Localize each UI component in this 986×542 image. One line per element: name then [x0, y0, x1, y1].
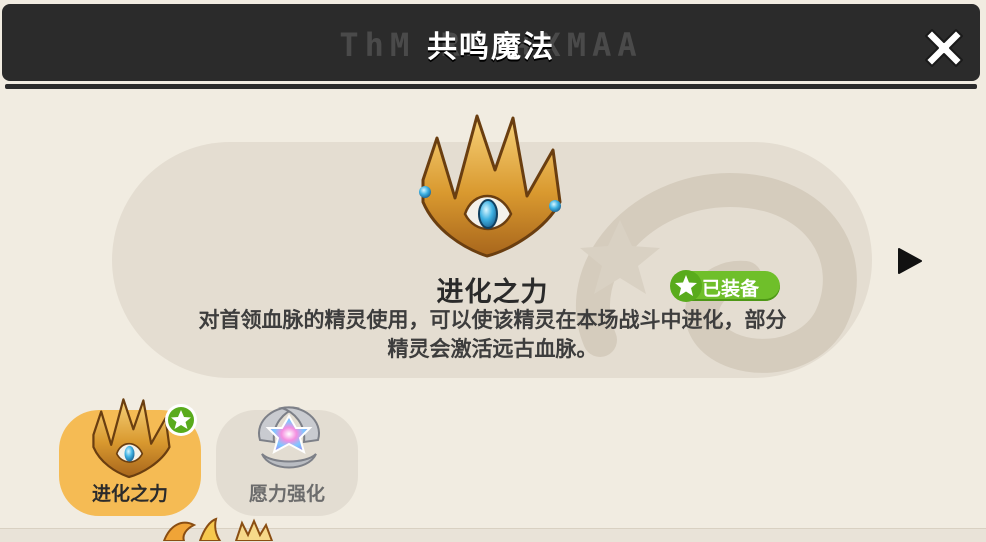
title-bar: ThM RM +XMAA 共鸣魔法 [2, 4, 980, 81]
wish-gem-icon [258, 406, 320, 469]
close-button[interactable] [916, 20, 972, 76]
close-icon [925, 29, 963, 67]
page-title: 共鸣魔法 [427, 30, 555, 65]
item-description: 对首领血脉的精灵使用，可以使该精灵在本场战斗中进化，部分精灵会激活远古血脉。 [198, 308, 787, 361]
equipped-star-badge-icon [165, 404, 197, 436]
header-divider [5, 84, 977, 89]
magic-slot-evolution[interactable]: 进化之力 [59, 398, 201, 516]
star-icon [675, 275, 697, 296]
crown-icon [419, 114, 562, 258]
item-title: 进化之力 [436, 277, 549, 308]
equipped-badge: 已装备 [670, 270, 780, 302]
mascot-ears-icon [162, 517, 274, 541]
magic-slot-wish-boost[interactable]: 愿力强化 [216, 406, 358, 516]
bottom-panel [0, 528, 986, 542]
slot-label: 愿力强化 [248, 483, 325, 505]
slot-label: 进化之力 [91, 483, 168, 505]
play-arrow-icon[interactable] [896, 246, 924, 276]
equipped-status-text: 已装备 [702, 278, 760, 300]
